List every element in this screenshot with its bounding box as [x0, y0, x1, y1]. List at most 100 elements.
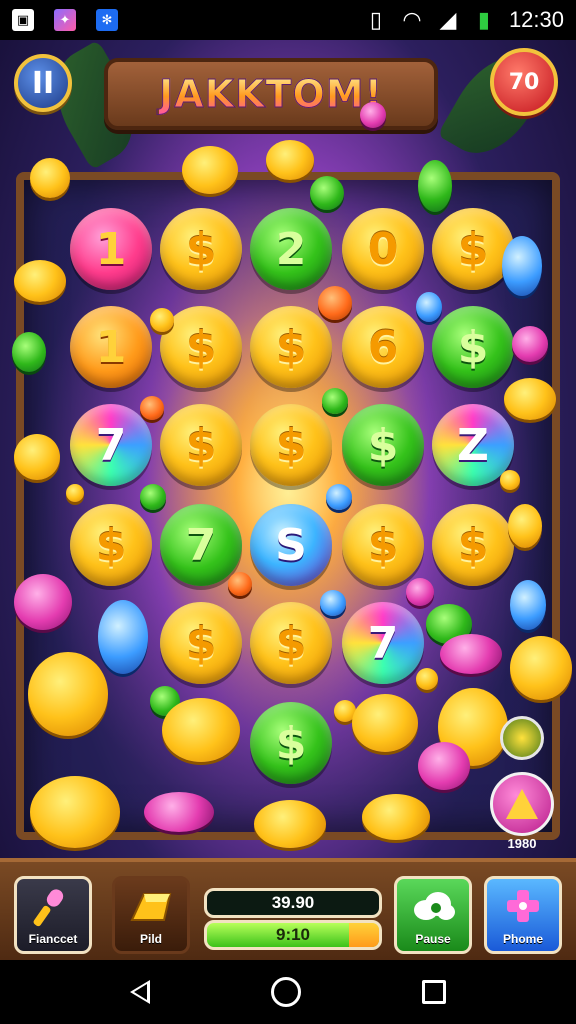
scatter-coin [150, 308, 174, 332]
scatter-coin [508, 504, 542, 548]
board-tile[interactable]: $ [70, 504, 152, 586]
board-tile[interactable]: $ [160, 602, 242, 684]
scatter-coin [14, 434, 60, 480]
scatter-coin [30, 158, 70, 198]
pause-action-button[interactable]: Pause [394, 876, 472, 954]
bonus-gem-button[interactable] [490, 772, 554, 836]
scatter-coin [140, 396, 164, 420]
scatter-coin [416, 668, 438, 690]
board-tile[interactable]: $ [250, 306, 332, 388]
scatter-coin [502, 236, 542, 296]
bonus-gem-label: 1980 [507, 836, 537, 851]
scatter-coin [14, 574, 72, 630]
scatter-coin [418, 160, 452, 212]
board-tile[interactable]: 1 [70, 208, 152, 290]
scatter-coin [362, 794, 430, 840]
scatter-coin [418, 742, 470, 790]
scatter-coin [12, 332, 46, 372]
progress-value: 9:10 [275, 925, 311, 944]
scatter-coin [510, 636, 572, 700]
scatter-coin [318, 286, 352, 320]
scatter-coin [310, 176, 344, 210]
board-tile[interactable]: 1 [70, 306, 152, 388]
board-tile[interactable]: S [250, 504, 332, 586]
bottom-control-panel: Fianccet Pild 39.90 9:10 Pause Phome [0, 858, 576, 960]
board-tile[interactable]: $ [250, 702, 332, 784]
board-tile[interactable]: $ [250, 602, 332, 684]
board-tile[interactable]: $ [342, 404, 424, 486]
gallery-icon: ✦ [54, 9, 76, 31]
gem-triangle-icon [506, 789, 538, 819]
scatter-coin [326, 484, 352, 510]
wifi-icon: ◠ [402, 7, 422, 32]
board-tile[interactable]: $ [432, 306, 514, 388]
microphone-button[interactable]: Fianccet [14, 876, 92, 954]
pause-action-label: Pause [415, 932, 451, 946]
gold-bar-icon [130, 892, 172, 921]
recent-apps-icon[interactable] [421, 980, 446, 1004]
scatter-coin [144, 792, 214, 832]
scatter-coin [504, 378, 556, 420]
board-tile[interactable]: $ [160, 404, 242, 486]
scatter-coin [440, 634, 502, 674]
microphone-icon [33, 888, 64, 926]
board-tile[interactable]: $ [432, 504, 514, 586]
home-icon[interactable] [270, 977, 301, 1007]
balance-meter: 39.90 [204, 888, 382, 918]
scatter-coin [500, 470, 520, 490]
counter-badge[interactable]: 70 [490, 48, 558, 116]
board-tile[interactable]: 2 [250, 208, 332, 290]
scatter-coin [512, 326, 548, 362]
board-tile[interactable]: $ [342, 504, 424, 586]
scatter-coin [182, 146, 238, 194]
scatter-coin [266, 140, 314, 180]
game-screen: { "status_bar": { "time": "12:30", "icon… [0, 0, 576, 1024]
back-icon[interactable] [130, 980, 151, 1004]
pause-button[interactable]: II [14, 54, 72, 112]
scatter-coin [28, 652, 108, 736]
board-tile[interactable]: $ [160, 208, 242, 290]
side-gem-button[interactable] [500, 716, 544, 760]
scatter-coin [320, 590, 346, 616]
scatter-coin [98, 600, 148, 674]
scatter-coin [30, 776, 120, 848]
progress-meter: 9:10 [204, 920, 382, 950]
board-tile[interactable]: $ [432, 208, 514, 290]
scatter-coin [254, 800, 326, 848]
board-tile[interactable]: $ [250, 404, 332, 486]
dpad-icon [507, 889, 539, 922]
game-title-plate: JAKKTOM! [104, 58, 438, 130]
board-tile[interactable]: 7 [70, 404, 152, 486]
status-bar: ▣ ✦ ✻ ▯ ◠ ◢ ▮ 12:30 [0, 0, 576, 40]
gold-bar-button-label: Pild [139, 932, 162, 946]
home-action-button[interactable]: Phome [484, 876, 562, 954]
board-tile[interactable]: 7 [160, 504, 242, 586]
scatter-coin [228, 572, 252, 596]
scatter-coin [352, 694, 418, 752]
board-tile[interactable]: 7 [342, 602, 424, 684]
scatter-coin [14, 260, 66, 302]
signal-icon: ◢ [439, 7, 457, 32]
battery-icon: ▮ [477, 7, 490, 32]
vibrate-icon: ▯ [369, 7, 382, 32]
clock: 12:30 [508, 7, 564, 32]
microphone-button-label: Fianccet [28, 932, 78, 946]
scatter-coin [406, 578, 434, 606]
scatter-coin [140, 484, 166, 510]
pinwheel-icon: ✻ [96, 9, 118, 31]
home-action-label: Phome [502, 932, 543, 946]
notification-a-icon: ▣ [12, 9, 34, 31]
scatter-coin [322, 388, 348, 414]
game-title: JAKKTOM! [159, 72, 383, 117]
gold-bar-button[interactable]: Pild [112, 876, 190, 954]
scatter-coin [360, 102, 386, 128]
scatter-coin [416, 292, 442, 322]
cloud-icon [414, 891, 455, 920]
system-nav-bar [0, 960, 576, 1024]
board-tile[interactable]: 0 [342, 208, 424, 290]
balance-value: 39.90 [271, 893, 315, 912]
scatter-coin [66, 484, 84, 502]
scatter-coin [162, 698, 240, 762]
board-tile[interactable]: 6 [342, 306, 424, 388]
scatter-coin [510, 580, 546, 630]
